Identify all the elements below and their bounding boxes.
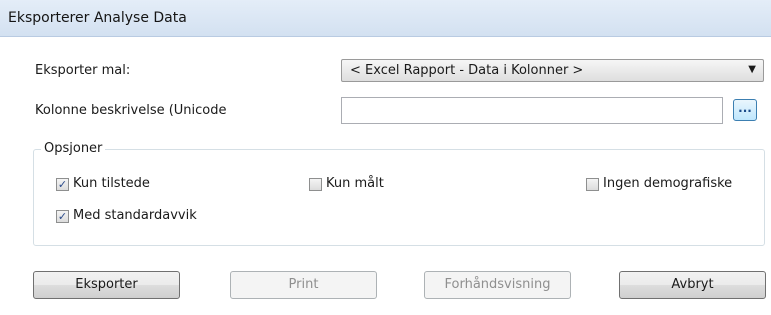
only-measured-label[interactable]: Kun målt xyxy=(326,176,384,191)
title-bar: Eksporterer Analyse Data xyxy=(0,0,771,37)
export-button[interactable]: Eksporter xyxy=(33,271,180,299)
export-template-label: Eksporter mal: xyxy=(35,63,131,78)
only-present-label[interactable]: Kun tilstede xyxy=(73,176,150,191)
only-measured-checkbox[interactable] xyxy=(309,178,322,191)
only-present-checkbox[interactable]: ✓ xyxy=(56,178,69,191)
cancel-button[interactable]: Avbryt xyxy=(619,271,766,299)
no-demographics-label[interactable]: Ingen demografiske xyxy=(603,176,763,191)
options-legend: Opsjoner xyxy=(41,141,106,156)
window-title: Eksporterer Analyse Data xyxy=(8,10,187,26)
preview-button[interactable]: Forhåndsvisning xyxy=(424,271,571,299)
no-demographics-checkbox[interactable] xyxy=(586,178,599,191)
export-template-value: < Excel Rapport - Data i Kolonner > xyxy=(350,63,584,78)
column-description-label: Kolonne beskrivelse (Unicode xyxy=(35,103,227,118)
print-button[interactable]: Print xyxy=(230,271,377,299)
chevron-down-icon: ▼ xyxy=(748,64,756,75)
std-dev-label[interactable]: Med standardavvik xyxy=(73,208,197,223)
std-dev-checkbox[interactable]: ✓ xyxy=(56,210,69,223)
column-description-input[interactable] xyxy=(341,97,723,124)
export-template-dropdown[interactable]: < Excel Rapport - Data i Kolonner > ▼ xyxy=(341,59,764,82)
options-groupbox xyxy=(33,149,765,246)
browse-button[interactable]: ... xyxy=(733,99,757,121)
